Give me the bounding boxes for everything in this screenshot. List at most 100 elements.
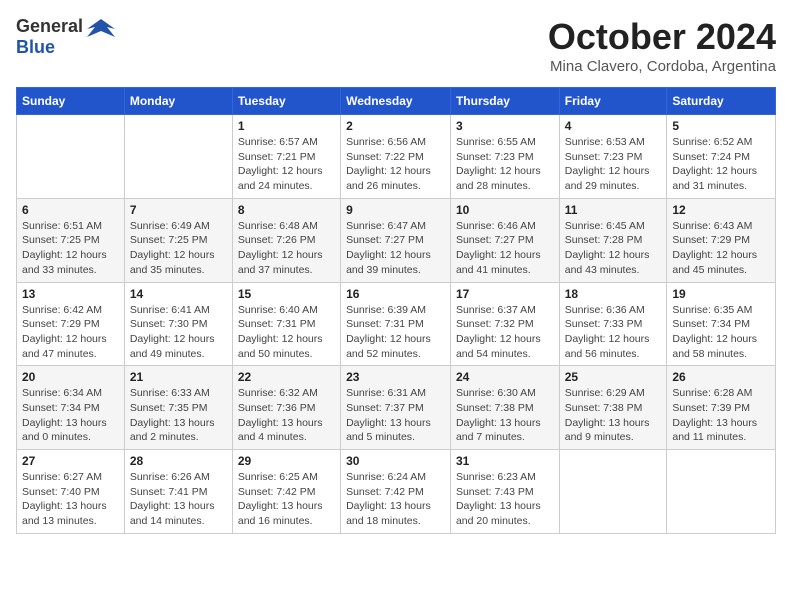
day-header-monday: Monday [124,88,232,115]
cell-content: Sunrise: 6:24 AM Sunset: 7:42 PM Dayligh… [346,470,445,529]
day-number: 8 [238,203,335,217]
day-number: 6 [22,203,119,217]
calendar-cell [17,115,125,199]
logo: General Blue [16,16,115,58]
cell-content: Sunrise: 6:35 AM Sunset: 7:34 PM Dayligh… [672,303,770,362]
calendar-cell: 27 Sunrise: 6:27 AM Sunset: 7:40 PM Dayli… [17,450,125,534]
day-number: 19 [672,287,770,301]
day-number: 7 [130,203,227,217]
calendar-cell: 15Sunrise: 6:40 AM Sunset: 7:31 PM Dayli… [232,282,340,366]
day-number: 30 [346,454,445,468]
cell-content: Sunrise: 6:43 AM Sunset: 7:29 PM Dayligh… [672,219,770,278]
title-section: October 2024 Mina Clavero, Cordoba, Arge… [548,16,776,75]
cell-content: Sunrise: 6:41 AM Sunset: 7:30 PM Dayligh… [130,303,227,362]
day-number: 28 [130,454,227,468]
day-header-thursday: Thursday [450,88,559,115]
day-header-sunday: Sunday [17,88,125,115]
calendar-cell: 2Sunrise: 6:56 AM Sunset: 7:22 PM Daylig… [341,115,451,199]
cell-content: Sunrise: 6:27 AM Sunset: 7:40 PM Dayligh… [22,470,119,529]
day-number: 16 [346,287,445,301]
day-number: 1 [238,119,335,133]
day-number: 15 [238,287,335,301]
cell-content: Sunrise: 6:29 AM Sunset: 7:38 PM Dayligh… [565,386,662,445]
month-title: October 2024 [548,16,776,58]
page-header: General Blue October 2024 Mina Clavero, … [16,16,776,75]
calendar-cell: 21 Sunrise: 6:33 AM Sunset: 7:35 PM Dayli… [124,366,232,450]
calendar-cell: 18 Sunrise: 6:36 AM Sunset: 7:33 PM Dayli… [559,282,667,366]
cell-content: Sunrise: 6:57 AM Sunset: 7:21 PM Dayligh… [238,135,335,194]
calendar-table: SundayMondayTuesdayWednesdayThursdayFrid… [16,87,776,534]
day-header-tuesday: Tuesday [232,88,340,115]
cell-content: Sunrise: 6:47 AM Sunset: 7:27 PM Dayligh… [346,219,445,278]
calendar-cell [667,450,776,534]
cell-content: Sunrise: 6:26 AM Sunset: 7:41 PM Dayligh… [130,470,227,529]
day-number: 27 [22,454,119,468]
calendar-cell: 20 Sunrise: 6:34 AM Sunset: 7:34 PM Dayli… [17,366,125,450]
day-number: 12 [672,203,770,217]
calendar-cell: 28 Sunrise: 6:26 AM Sunset: 7:41 PM Dayli… [124,450,232,534]
cell-content: Sunrise: 6:23 AM Sunset: 7:43 PM Dayligh… [456,470,554,529]
calendar-cell: 29Sunrise: 6:25 AM Sunset: 7:42 PM Dayli… [232,450,340,534]
day-header-wednesday: Wednesday [341,88,451,115]
day-number: 5 [672,119,770,133]
day-number: 26 [672,370,770,384]
day-number: 14 [130,287,227,301]
calendar-week-4: 27 Sunrise: 6:27 AM Sunset: 7:40 PM Dayli… [17,450,776,534]
day-number: 18 [565,287,662,301]
calendar-cell: 11 Sunrise: 6:45 AM Sunset: 7:28 PM Dayli… [559,198,667,282]
cell-content: Sunrise: 6:46 AM Sunset: 7:27 PM Dayligh… [456,219,554,278]
cell-content: Sunrise: 6:30 AM Sunset: 7:38 PM Dayligh… [456,386,554,445]
cell-content: Sunrise: 6:31 AM Sunset: 7:37 PM Dayligh… [346,386,445,445]
cell-content: Sunrise: 6:33 AM Sunset: 7:35 PM Dayligh… [130,386,227,445]
calendar-week-2: 13 Sunrise: 6:42 AM Sunset: 7:29 PM Dayli… [17,282,776,366]
cell-content: Sunrise: 6:49 AM Sunset: 7:25 PM Dayligh… [130,219,227,278]
day-number: 11 [565,203,662,217]
calendar-cell: 25Sunrise: 6:29 AM Sunset: 7:38 PM Dayli… [559,366,667,450]
cell-content: Sunrise: 6:37 AM Sunset: 7:32 PM Dayligh… [456,303,554,362]
calendar-week-3: 20 Sunrise: 6:34 AM Sunset: 7:34 PM Dayli… [17,366,776,450]
calendar-week-0: 1 Sunrise: 6:57 AM Sunset: 7:21 PM Daylig… [17,115,776,199]
cell-content: Sunrise: 6:45 AM Sunset: 7:28 PM Dayligh… [565,219,662,278]
cell-content: Sunrise: 6:32 AM Sunset: 7:36 PM Dayligh… [238,386,335,445]
cell-content: Sunrise: 6:39 AM Sunset: 7:31 PM Dayligh… [346,303,445,362]
day-header-friday: Friday [559,88,667,115]
cell-content: Sunrise: 6:25 AM Sunset: 7:42 PM Dayligh… [238,470,335,529]
calendar-cell: 16 Sunrise: 6:39 AM Sunset: 7:31 PM Dayli… [341,282,451,366]
cell-content: Sunrise: 6:55 AM Sunset: 7:23 PM Dayligh… [456,135,554,194]
calendar-cell: 14 Sunrise: 6:41 AM Sunset: 7:30 PM Dayli… [124,282,232,366]
day-number: 23 [346,370,445,384]
cell-content: Sunrise: 6:34 AM Sunset: 7:34 PM Dayligh… [22,386,119,445]
calendar-cell: 23 Sunrise: 6:31 AM Sunset: 7:37 PM Dayli… [341,366,451,450]
calendar-cell: 8 Sunrise: 6:48 AM Sunset: 7:26 PM Daylig… [232,198,340,282]
cell-content: Sunrise: 6:53 AM Sunset: 7:23 PM Dayligh… [565,135,662,194]
calendar-cell: 13 Sunrise: 6:42 AM Sunset: 7:29 PM Dayli… [17,282,125,366]
calendar-cell: 12 Sunrise: 6:43 AM Sunset: 7:29 PM Dayli… [667,198,776,282]
day-header-saturday: Saturday [667,88,776,115]
calendar-cell: 24Sunrise: 6:30 AM Sunset: 7:38 PM Dayli… [450,366,559,450]
day-number: 9 [346,203,445,217]
calendar-cell: 19 Sunrise: 6:35 AM Sunset: 7:34 PM Dayli… [667,282,776,366]
cell-content: Sunrise: 6:42 AM Sunset: 7:29 PM Dayligh… [22,303,119,362]
calendar-cell: 9 Sunrise: 6:47 AM Sunset: 7:27 PM Daylig… [341,198,451,282]
day-number: 4 [565,119,662,133]
day-number: 21 [130,370,227,384]
cell-content: Sunrise: 6:48 AM Sunset: 7:26 PM Dayligh… [238,219,335,278]
day-number: 13 [22,287,119,301]
calendar-cell: 1 Sunrise: 6:57 AM Sunset: 7:21 PM Daylig… [232,115,340,199]
calendar-cell: 17Sunrise: 6:37 AM Sunset: 7:32 PM Dayli… [450,282,559,366]
cell-content: Sunrise: 6:28 AM Sunset: 7:39 PM Dayligh… [672,386,770,445]
calendar-cell: 10Sunrise: 6:46 AM Sunset: 7:27 PM Dayli… [450,198,559,282]
calendar-cell: 22 Sunrise: 6:32 AM Sunset: 7:36 PM Dayli… [232,366,340,450]
day-number: 3 [456,119,554,133]
day-number: 22 [238,370,335,384]
calendar-cell [124,115,232,199]
logo-text-blue: Blue [16,37,55,57]
calendar-cell: 6 Sunrise: 6:51 AM Sunset: 7:25 PM Daylig… [17,198,125,282]
calendar-cell: 7 Sunrise: 6:49 AM Sunset: 7:25 PM Daylig… [124,198,232,282]
cell-content: Sunrise: 6:36 AM Sunset: 7:33 PM Dayligh… [565,303,662,362]
cell-content: Sunrise: 6:51 AM Sunset: 7:25 PM Dayligh… [22,219,119,278]
cell-content: Sunrise: 6:52 AM Sunset: 7:24 PM Dayligh… [672,135,770,194]
day-number: 20 [22,370,119,384]
location: Mina Clavero, Cordoba, Argentina [548,58,776,75]
calendar-week-1: 6 Sunrise: 6:51 AM Sunset: 7:25 PM Daylig… [17,198,776,282]
